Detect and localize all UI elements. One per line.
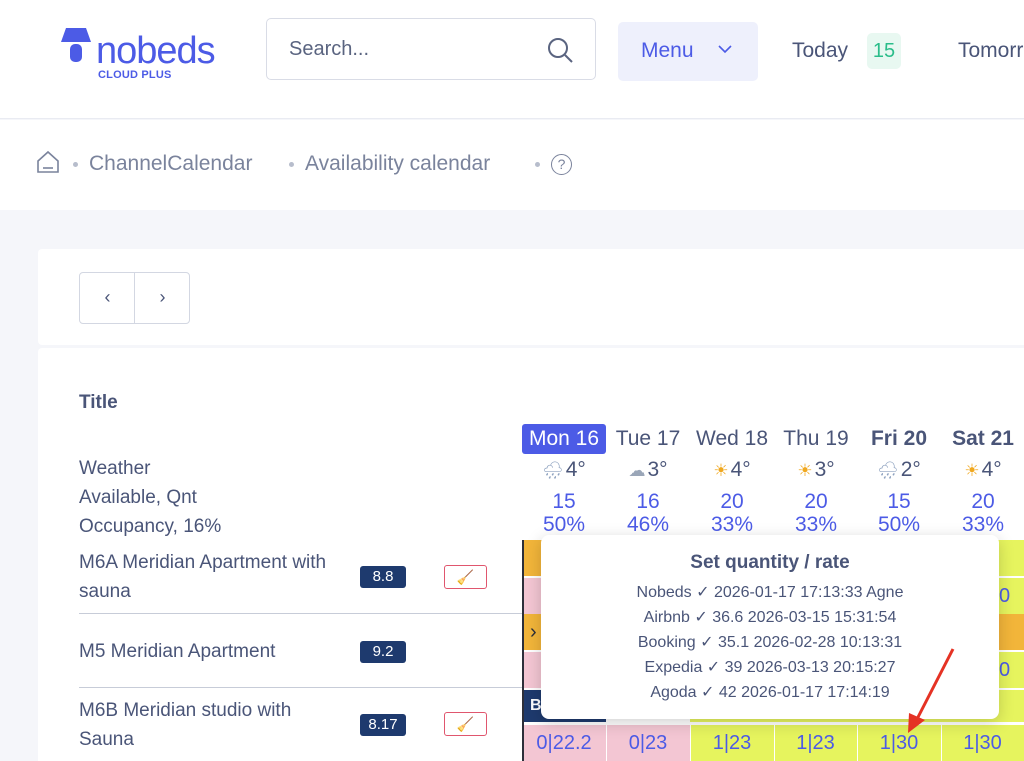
annotation-arrow-icon [908, 648, 955, 733]
cloud-icon: ☁ [628, 461, 646, 480]
weather-cell: ☀4° [690, 458, 774, 486]
tooltip-title: Set quantity / rate [690, 552, 850, 573]
occupancy-row-label: Occupancy, 16% [79, 516, 222, 537]
weather-cell: ☀4° [941, 458, 1024, 486]
weather-row-label: Weather [79, 458, 151, 479]
rate-cell[interactable]: 0|22.2 [522, 725, 606, 761]
day-header-tue-17[interactable]: Tue 17 [606, 424, 690, 454]
available-count: 15 [552, 490, 576, 513]
cell-divider [774, 725, 775, 761]
rain-cloud-icon: 🌧 [542, 461, 564, 480]
temperature: 4° [981, 458, 1002, 481]
logo-subtitle: CLOUD PLUS [98, 69, 172, 81]
chevron-down-icon [718, 45, 732, 54]
available-count: 15 [887, 490, 911, 513]
home-icon[interactable] [36, 150, 60, 174]
temperature: 2° [900, 458, 921, 481]
rate-cell[interactable]: 1|23 [690, 725, 774, 761]
room-name-m5[interactable]: M5 Meridian Apartment [79, 637, 344, 666]
breadcrumb-separator [73, 162, 78, 167]
logo-text: nobeds [96, 30, 216, 72]
rating-badge: 8.8 [360, 566, 406, 588]
rate-cell[interactable]: 0|23 [606, 725, 690, 761]
sun-icon: ☀ [713, 461, 729, 480]
cell-divider [690, 725, 691, 761]
available-count: 16 [636, 490, 660, 513]
rate-cell[interactable]: 1|23 [774, 725, 857, 761]
today-marker-line [522, 540, 524, 761]
room-name-m6b[interactable]: M6B Meridian studio with Sauna [79, 696, 344, 754]
broom-icon[interactable]: 🧹 [444, 712, 487, 736]
breadcrumb-separator [289, 162, 294, 167]
top-header: nobeds CLOUD PLUS Menu Today 15 Tomorrow [0, 0, 1024, 119]
available-count: 20 [804, 490, 828, 513]
temperature: 4° [730, 458, 751, 481]
row-divider [79, 613, 522, 614]
day-header-sat-21[interactable]: Sat 21 [941, 424, 1024, 454]
occupancy-percent: 50% [877, 513, 921, 535]
occupancy-percent: 33% [794, 513, 838, 535]
breadcrumb-availability-calendar: Availability calendar [305, 152, 491, 175]
breadcrumb-channel-calendar[interactable]: ChannelCalendar [89, 152, 252, 176]
day-header-fri-20[interactable]: Fri 20 [857, 424, 941, 454]
help-icon[interactable]: ? [551, 154, 572, 175]
logo-lamp-icon [61, 28, 91, 62]
today-count-badge: 15 [867, 33, 901, 69]
search-icon[interactable] [546, 36, 574, 64]
temperature: 3° [647, 458, 668, 481]
available-row-label: Available, Qnt [79, 487, 197, 508]
tomorrow-link[interactable]: Tomorrow [958, 39, 1024, 63]
prev-button[interactable]: ‹ [80, 273, 135, 323]
title-column-header: Title [79, 392, 118, 413]
next-button[interactable]: › [135, 273, 190, 323]
breadcrumb: ChannelCalendar Availability calendar ? [0, 120, 1024, 210]
day-header-thu-19[interactable]: Thu 19 [774, 424, 858, 454]
menu-button[interactable]: Menu [618, 22, 758, 81]
occupancy-percent: 46% [626, 513, 670, 535]
row-divider [79, 687, 522, 688]
weather-cell: 🌧2° [857, 458, 941, 486]
broom-icon[interactable]: 🧹 [444, 565, 487, 589]
menu-label: Menu [641, 39, 694, 62]
weather-cell: 🌧4° [522, 458, 606, 486]
day-header-wed-18[interactable]: Wed 18 [690, 424, 774, 454]
cell-divider [606, 725, 607, 761]
rating-badge: 8.17 [360, 714, 406, 736]
sun-icon: ☀ [964, 461, 980, 480]
room-name-m6a[interactable]: M6A Meridian Apartment with sauna [79, 548, 344, 606]
available-count: 20 [971, 490, 995, 513]
weather-cell: ☁3° [606, 458, 690, 486]
rain-cloud-icon: 🌧 [877, 461, 899, 480]
day-header-mon-16[interactable]: Mon 16 [522, 424, 606, 454]
available-count: 20 [720, 490, 744, 513]
occupancy-percent: 33% [961, 513, 1005, 535]
cell-divider [857, 725, 858, 761]
nobeds-logo[interactable]: nobeds CLOUD PLUS [60, 26, 230, 86]
search-input[interactable] [289, 36, 539, 62]
occupancy-percent: 50% [542, 513, 586, 535]
temperature: 4° [565, 458, 586, 481]
sun-icon: ☀ [797, 461, 813, 480]
today-link[interactable]: Today [792, 39, 848, 63]
tooltip-line-nobeds: Nobeds ✓ 2026-01-17 17:13:33 Agne [636, 584, 904, 601]
weather-cell: ☀3° [774, 458, 858, 486]
date-nav-group: ‹ › [79, 272, 190, 324]
temperature: 3° [814, 458, 835, 481]
tooltip-line-airbnb: Airbnb ✓ 36.6 2026-03-15 15:31:54 [643, 609, 897, 626]
occupancy-percent: 33% [710, 513, 754, 535]
breadcrumb-separator [535, 162, 540, 167]
rating-badge: 9.2 [360, 641, 406, 663]
